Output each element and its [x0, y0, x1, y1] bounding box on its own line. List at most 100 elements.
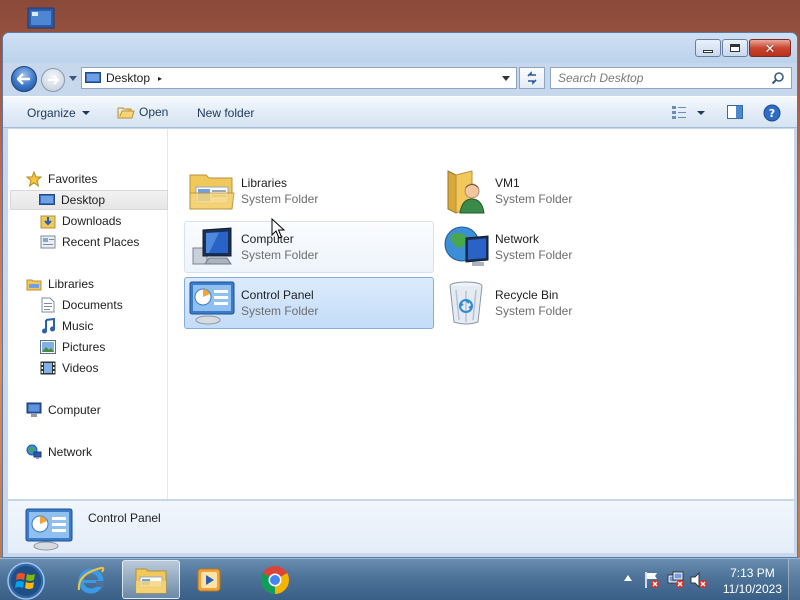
network-status-icon[interactable] — [667, 571, 685, 589]
item-control-panel[interactable]: Control Panel System Folder — [184, 277, 434, 329]
sidebar-item-label: Pictures — [62, 340, 106, 354]
sidebar-item-pictures[interactable]: Pictures — [40, 337, 166, 357]
back-button[interactable] — [11, 66, 37, 92]
open-button[interactable]: Open — [117, 104, 168, 120]
item-computer[interactable]: Computer System Folder — [184, 221, 434, 273]
explorer-window: ✕ Desktop ▸ Search Desktop Organize Open… — [2, 32, 798, 558]
close-icon: ✕ — [764, 40, 776, 56]
sidebar-item-label: Favorites — [48, 172, 98, 186]
breadcrumb-chevron-icon[interactable]: ▸ — [158, 74, 162, 83]
help-button[interactable]: ? — [763, 104, 781, 122]
recycle-bin-icon — [441, 278, 491, 328]
start-button[interactable] — [6, 561, 46, 600]
taskbar-media-player[interactable] — [180, 560, 238, 599]
sidebar-item-recent-places[interactable]: Recent Places — [40, 232, 166, 252]
sidebar-item-label: Libraries — [48, 277, 95, 291]
new-folder-label: New folder — [197, 106, 255, 120]
action-center-flag-icon[interactable] — [644, 571, 660, 589]
maximize-icon — [730, 44, 740, 52]
item-libraries[interactable]: Libraries System Folder — [184, 165, 434, 217]
network-icon — [26, 444, 42, 460]
view-dropdown-icon — [697, 111, 705, 115]
item-type: System Folder — [495, 304, 573, 318]
sidebar-item-favorites[interactable]: Favorites — [26, 169, 166, 189]
sidebar-item-libraries[interactable]: Libraries — [26, 274, 166, 294]
organize-button[interactable]: Organize — [27, 106, 90, 120]
show-hidden-icons-icon[interactable] — [624, 575, 632, 581]
search-icon[interactable] — [771, 71, 785, 85]
taskbar-internet-explorer[interactable] — [62, 560, 120, 599]
details-item-name: Control Panel — [88, 511, 161, 525]
preview-pane-icon — [727, 105, 743, 119]
sidebar-item-label: Documents — [62, 298, 123, 312]
maximize-button[interactable] — [722, 39, 748, 57]
refresh-button[interactable] — [519, 67, 545, 89]
search-input[interactable] — [558, 71, 758, 85]
music-icon — [40, 318, 56, 334]
taskbar-chrome[interactable] — [246, 560, 304, 599]
item-vm1[interactable]: VM1 System Folder — [438, 165, 688, 217]
close-button[interactable]: ✕ — [749, 39, 791, 57]
forward-button[interactable] — [41, 68, 65, 92]
address-bar[interactable]: Desktop ▸ — [81, 67, 517, 89]
item-type: System Folder — [241, 304, 319, 318]
computer-icon — [26, 402, 42, 418]
sidebar-item-network[interactable]: Network — [26, 442, 166, 462]
taskbar-windows-explorer[interactable] — [122, 560, 180, 599]
sidebar-item-label: Recent Places — [62, 235, 140, 249]
item-name: VM1 — [495, 176, 520, 190]
clock[interactable]: 7:13 PM 11/10/2023 — [723, 565, 782, 597]
sidebar-item-label: Music — [62, 319, 94, 333]
desktop-computer-icon[interactable] — [12, 0, 60, 32]
address-location[interactable]: Desktop — [106, 71, 150, 85]
minimize-button[interactable] — [695, 39, 721, 57]
sidebar-item-computer[interactable]: Computer — [26, 400, 166, 420]
item-type: System Folder — [495, 192, 573, 206]
clock-time: 7:13 PM — [730, 566, 775, 580]
preview-pane-button[interactable] — [727, 105, 743, 119]
taskbar: 7:13 PM 11/10/2023 — [0, 558, 800, 600]
open-folder-icon — [117, 107, 135, 119]
change-view-button[interactable] — [671, 105, 687, 119]
item-type: System Folder — [241, 248, 319, 262]
chrome-icon — [261, 565, 289, 594]
sidebar-item-documents[interactable]: Documents — [40, 295, 166, 315]
search-box[interactable] — [550, 67, 792, 89]
minimize-icon — [703, 49, 713, 53]
documents-icon — [40, 297, 56, 313]
sidebar-item-music[interactable]: Music — [40, 316, 166, 336]
new-folder-button[interactable]: New folder — [197, 106, 254, 120]
desktop-icon — [39, 192, 55, 208]
show-desktop-button[interactable] — [788, 559, 800, 600]
svg-text:?: ? — [769, 107, 775, 120]
sidebar-item-downloads[interactable]: Downloads — [40, 211, 166, 231]
sidebar-item-label: Videos — [62, 361, 99, 375]
item-recycle-bin[interactable]: Recycle Bin System Folder — [438, 277, 688, 329]
mouse-cursor-icon — [271, 218, 285, 239]
item-name: Libraries — [241, 176, 288, 190]
volume-muted-icon[interactable] — [690, 571, 708, 589]
media-player-icon — [197, 568, 221, 591]
sidebar-item-videos[interactable]: Videos — [40, 358, 166, 378]
title-bar[interactable]: ✕ — [3, 33, 797, 63]
organize-dropdown-icon — [81, 111, 90, 115]
item-name: Control Panel — [241, 288, 314, 302]
control-panel-icon — [187, 278, 237, 328]
view-options-icon — [672, 106, 686, 119]
item-type: System Folder — [241, 192, 319, 206]
sidebar-item-desktop[interactable]: Desktop — [10, 190, 168, 210]
view-dropdown-button[interactable] — [695, 111, 705, 115]
item-name: Recycle Bin — [495, 288, 559, 302]
user-folder-icon — [441, 166, 491, 216]
pictures-icon — [40, 339, 56, 355]
address-dropdown-icon[interactable] — [502, 76, 510, 81]
help-icon: ? — [763, 104, 781, 122]
sidebar-item-label: Network — [48, 445, 93, 459]
item-network[interactable]: Network System Folder — [438, 221, 688, 273]
recent-pages-dropdown[interactable] — [69, 76, 77, 81]
navigation-pane: Favorites Desktop Downloads Recent Place… — [8, 129, 168, 499]
item-name: Network — [495, 232, 540, 246]
sidebar-item-label: Desktop — [61, 193, 106, 207]
internet-explorer-icon — [77, 566, 105, 593]
clock-date: 11/10/2023 — [722, 582, 782, 596]
